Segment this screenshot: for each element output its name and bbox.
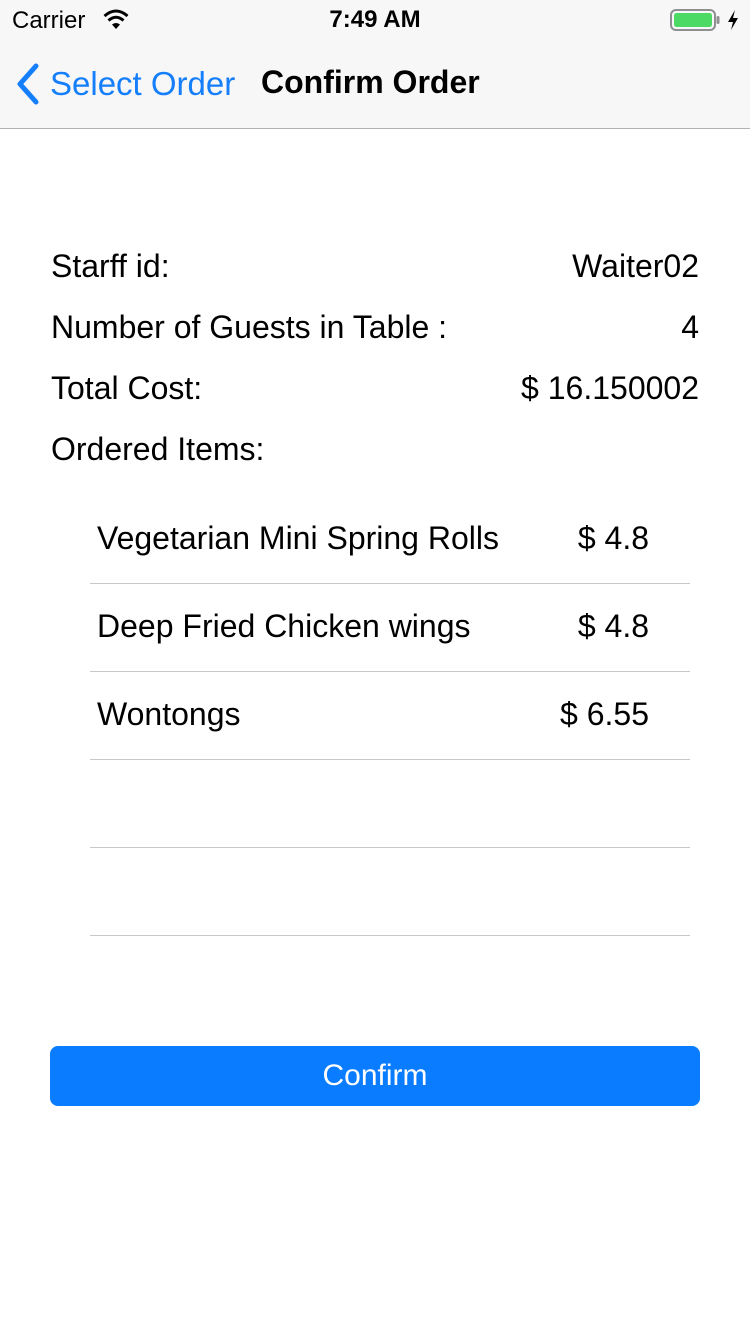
- chevron-left-icon: [17, 63, 39, 105]
- item-name: Vegetarian Mini Spring Rolls: [97, 520, 499, 556]
- item-name: Wontongs: [97, 696, 241, 732]
- table-row[interactable]: Wontongs $ 6.55: [90, 672, 690, 760]
- total-cost-value: $ 16.150002: [521, 370, 699, 406]
- staff-id-label: Starff id:: [51, 248, 170, 284]
- back-button-label: Select Order: [50, 65, 236, 102]
- item-price: $ 4.8: [577, 608, 649, 644]
- item-price: $ 6.55: [560, 696, 649, 732]
- battery-icon: [670, 9, 720, 31]
- charging-bolt-icon: [728, 10, 738, 30]
- back-button[interactable]: Select Order: [14, 60, 235, 108]
- staff-id-value: Waiter02: [572, 248, 699, 284]
- item-name: Deep Fried Chicken wings: [97, 608, 471, 644]
- navigation-bar: Select Order Confirm Order: [0, 40, 750, 129]
- page-title: Confirm Order: [261, 64, 480, 100]
- staff-id-row: Starff id: Waiter02: [51, 248, 699, 292]
- guests-label: Number of Guests in Table :: [51, 309, 448, 345]
- item-price: $ 4.8: [577, 520, 649, 556]
- confirm-button[interactable]: Confirm: [50, 1046, 700, 1106]
- status-bar: Carrier 7:49 AM: [0, 0, 750, 40]
- guests-row: Number of Guests in Table : 4: [51, 309, 699, 353]
- ordered-items-table[interactable]: Vegetarian Mini Spring Rolls $ 4.8 Deep …: [90, 496, 690, 936]
- total-cost-row: Total Cost: $ 16.150002: [51, 370, 699, 414]
- empty-table-row[interactable]: [90, 760, 690, 848]
- empty-table-row[interactable]: [90, 848, 690, 936]
- ordered-items-row: Ordered Items:: [51, 431, 699, 475]
- total-cost-label: Total Cost:: [51, 370, 203, 406]
- ordered-items-label: Ordered Items:: [51, 431, 265, 467]
- table-row[interactable]: Deep Fried Chicken wings $ 4.8: [90, 584, 690, 672]
- table-row[interactable]: Vegetarian Mini Spring Rolls $ 4.8: [90, 496, 690, 584]
- guests-value: 4: [681, 309, 699, 345]
- status-time: 7:49 AM: [329, 6, 421, 33]
